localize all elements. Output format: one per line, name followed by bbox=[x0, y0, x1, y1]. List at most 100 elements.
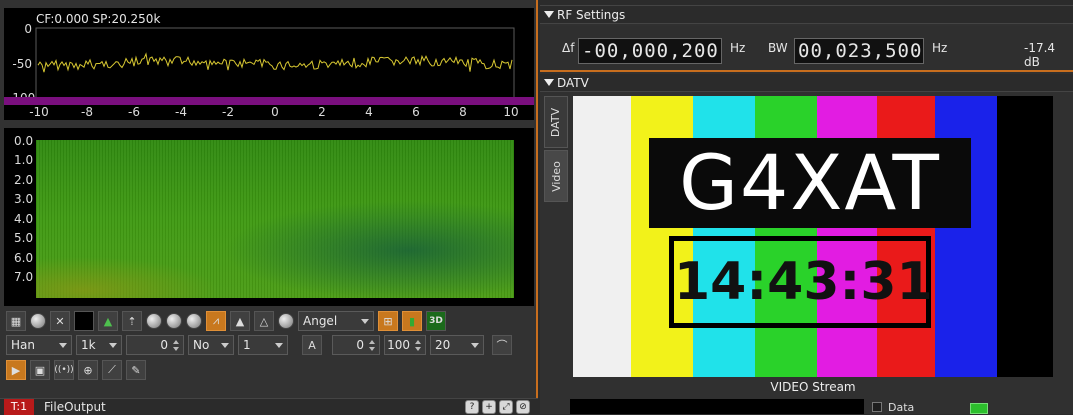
max-hold-button[interactable]: ⇡ bbox=[122, 311, 142, 331]
help-icon[interactable]: ? bbox=[465, 399, 479, 414]
freq-tick-label: -10 bbox=[29, 105, 49, 119]
averaging-value: 1 bbox=[243, 338, 251, 352]
grid-intensity-dial[interactable] bbox=[30, 313, 46, 329]
chevron-down-icon bbox=[59, 342, 67, 348]
calibration-button[interactable]: ⟋ bbox=[102, 360, 122, 380]
current-spectrum-button[interactable]: ▲ bbox=[230, 311, 250, 331]
bell-curve-icon: ⩘ bbox=[212, 314, 220, 327]
spectrum-y-label: 0 bbox=[24, 22, 32, 36]
tab-datv[interactable]: DATV bbox=[544, 96, 568, 148]
freq-tick-label: 0 bbox=[271, 105, 279, 119]
fft-overlap-spinner[interactable]: 0 bbox=[126, 335, 184, 355]
device-title: FileOutput bbox=[44, 399, 106, 414]
datv-title: DATV bbox=[557, 75, 589, 90]
waterfall-time-label: 7.0 bbox=[14, 270, 34, 284]
video-stream-display[interactable]: G4XAT 14:43:31 bbox=[573, 96, 1053, 377]
delta-f-label: Δf bbox=[562, 41, 575, 55]
video-stream-label: VIDEO Stream bbox=[770, 380, 856, 394]
clear-spectrum-button[interactable]: ✕ bbox=[50, 311, 70, 331]
pin-icon: ✎ bbox=[131, 363, 141, 377]
collapse-triangle-icon[interactable] bbox=[544, 79, 554, 86]
spin-up-icon[interactable] bbox=[173, 339, 179, 344]
waterfall-image[interactable] bbox=[36, 140, 514, 298]
data-stream-display bbox=[570, 399, 864, 414]
device-header-bar: T:1 FileOutput ? + ⤢ ⊘ bbox=[0, 398, 538, 415]
channel-power-readout: -17.4 dB bbox=[1024, 41, 1056, 69]
histogram-button[interactable]: ⩘ bbox=[206, 311, 226, 331]
trace-intensity-dial[interactable] bbox=[278, 313, 294, 329]
window-select[interactable]: Han bbox=[6, 335, 72, 355]
grid-toggle-button[interactable]: ▦ bbox=[6, 311, 26, 331]
save-button[interactable]: ▣ bbox=[30, 360, 50, 380]
freq-tick-label: -4 bbox=[175, 105, 187, 119]
freq-tick-label: 8 bbox=[459, 105, 467, 119]
spin-up-icon[interactable] bbox=[369, 339, 375, 344]
maximize-icon[interactable]: ⤢ bbox=[499, 399, 513, 414]
tab-video-label: Video bbox=[549, 160, 563, 192]
chevron-down-icon bbox=[275, 342, 283, 348]
data-checkbox[interactable] bbox=[872, 402, 882, 412]
chevron-down-icon bbox=[221, 342, 229, 348]
rf-settings-title: RF Settings bbox=[557, 7, 626, 22]
3d-map-button[interactable]: 3D bbox=[426, 311, 446, 331]
delta-f-sign: - bbox=[582, 40, 595, 62]
spin-down-icon[interactable] bbox=[369, 346, 375, 351]
rf-settings-row: Δf - 00,000, 200 Hz BW 00,0 23,500 Hz -1… bbox=[540, 26, 1073, 72]
waterfall-time-label: 4.0 bbox=[14, 212, 34, 226]
palette-select[interactable]: Angel bbox=[298, 311, 374, 331]
channel-panel: RF Settings Δf - 00,000, 200 Hz BW 00,0 … bbox=[540, 0, 1073, 414]
hide-icon[interactable]: ⊘ bbox=[516, 399, 530, 414]
range-spinner[interactable]: 100 bbox=[384, 335, 426, 355]
tab-datv-label: DATV bbox=[549, 107, 563, 137]
averaging-mode-select[interactable]: No bbox=[188, 335, 234, 355]
add-icon[interactable]: + bbox=[482, 399, 496, 414]
waterfall-time-label: 2.0 bbox=[14, 173, 34, 187]
averaging-value-select[interactable]: 1 bbox=[238, 335, 288, 355]
spin-up-icon[interactable] bbox=[415, 339, 421, 344]
waterfall-time-label: 1.0 bbox=[14, 153, 34, 167]
tab-video[interactable]: Video bbox=[544, 150, 568, 202]
collapse-triangle-icon[interactable] bbox=[544, 11, 554, 18]
rf-settings-header[interactable]: RF Settings bbox=[540, 6, 1073, 24]
spin-down-icon[interactable] bbox=[173, 346, 179, 351]
spin-down-icon[interactable] bbox=[415, 346, 421, 351]
fft-size-value: 1k bbox=[81, 338, 96, 352]
markers-button[interactable]: ⊕ bbox=[78, 360, 98, 380]
3d-label: 3D bbox=[429, 316, 443, 326]
video-clock-text: 14:43:31 bbox=[669, 236, 933, 328]
fill-spectrum-button[interactable]: △ bbox=[254, 311, 274, 331]
websocket-button[interactable]: ((•)) bbox=[54, 360, 74, 380]
datv-tab-bar: DATV Video bbox=[544, 96, 568, 204]
control-toolbar: ▶ ▣ ((•)) ⊕ ⟋ ✎ bbox=[6, 359, 146, 381]
ref-level-spinner[interactable]: 0 bbox=[332, 335, 380, 355]
decay-dial[interactable] bbox=[146, 313, 162, 329]
grid-icon: ▦ bbox=[10, 314, 22, 328]
freq-tick-label: 4 bbox=[365, 105, 373, 119]
color-bar-button[interactable]: ▮ bbox=[402, 311, 422, 331]
waterfall-toggle-button[interactable]: ▲ bbox=[98, 311, 118, 331]
play-button[interactable]: ▶ bbox=[6, 360, 26, 380]
stroke-dial[interactable] bbox=[186, 313, 202, 329]
waterfall-time-label: 5.0 bbox=[14, 231, 34, 245]
freq-tick-label: -2 bbox=[222, 105, 234, 119]
delta-f-dial[interactable]: - 00,000, 200 bbox=[578, 38, 722, 64]
stream-status-indicator bbox=[970, 403, 988, 414]
waterfall-time-label: 0.0 bbox=[14, 134, 34, 148]
spectrum-frame bbox=[35, 27, 515, 99]
bw-dial[interactable]: 00,0 23,500 bbox=[794, 38, 924, 64]
averaging-mode-value: No bbox=[193, 338, 210, 352]
broadcast-icon: ((•)) bbox=[54, 365, 74, 375]
triangle-icon: ▲ bbox=[235, 314, 245, 328]
device-index-badge[interactable]: T:1 bbox=[4, 398, 34, 415]
background-color-button[interactable] bbox=[74, 311, 94, 331]
decay-divisor-dial[interactable] bbox=[166, 313, 182, 329]
fft-toolbar: Han 1k 0 No 1 A 0 100 20 ⌒ bbox=[6, 334, 512, 356]
linear-scale-button[interactable]: ⌒ bbox=[492, 335, 512, 355]
datv-header[interactable]: DATV bbox=[540, 74, 1073, 92]
measurement-button[interactable]: ✎ bbox=[126, 360, 146, 380]
video-callsign-text: G4XAT bbox=[649, 138, 971, 228]
fft-size-select[interactable]: 1k bbox=[76, 335, 122, 355]
auto-scale-button[interactable]: A bbox=[302, 335, 322, 355]
grid-mode-button[interactable]: ⊞ bbox=[378, 311, 398, 331]
fps-select[interactable]: 20 bbox=[430, 335, 484, 355]
